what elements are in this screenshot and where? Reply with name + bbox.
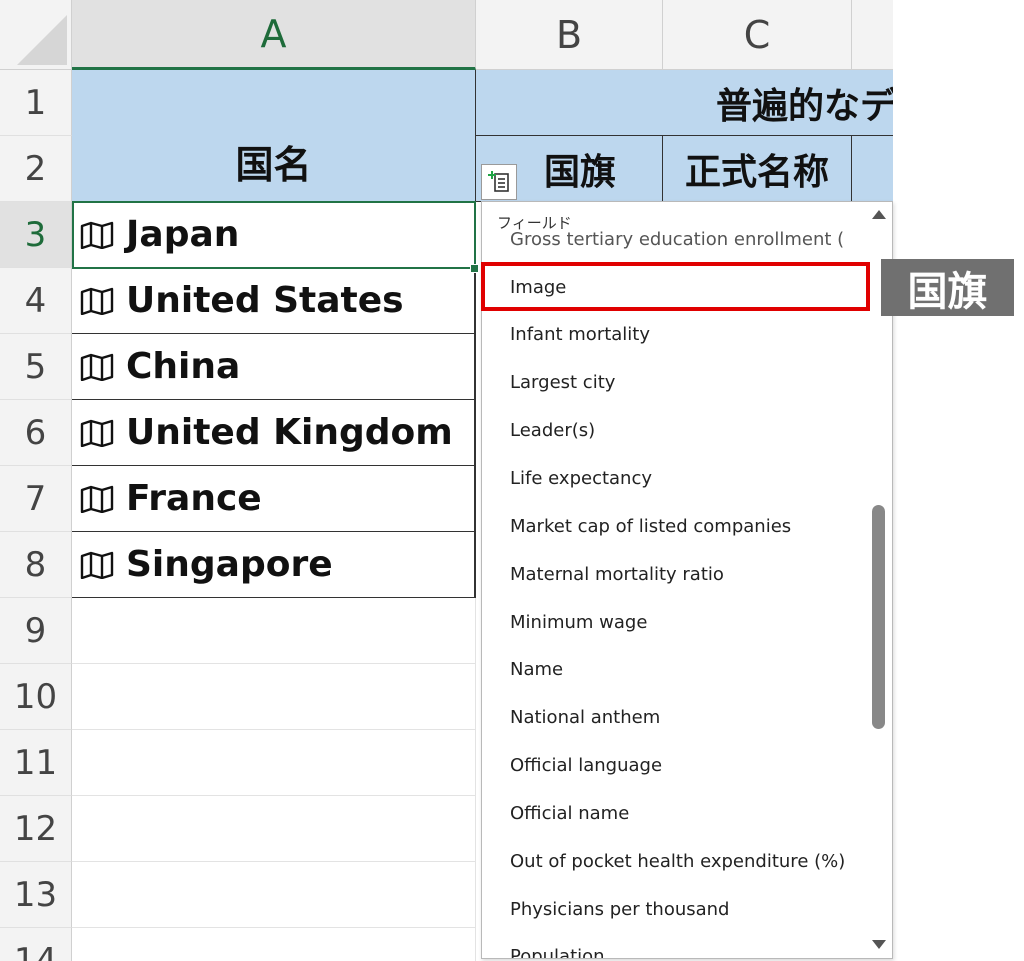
field-item[interactable]: National anthem bbox=[510, 707, 660, 728]
header-cell-next[interactable] bbox=[852, 136, 893, 202]
field-item[interactable]: Physicians per thousand bbox=[510, 899, 729, 920]
gridline bbox=[72, 729, 476, 730]
select-all-corner[interactable] bbox=[0, 0, 72, 70]
gridline bbox=[72, 795, 476, 796]
row-header-2[interactable]: 2 bbox=[0, 136, 72, 202]
fill-handle[interactable] bbox=[470, 264, 479, 273]
row-header-4[interactable]: 4 bbox=[0, 268, 72, 334]
country-name-text: United Kingdom bbox=[126, 412, 453, 453]
country-cell-france[interactable]: France bbox=[72, 466, 475, 532]
field-item[interactable]: Official name bbox=[510, 803, 629, 824]
scroll-up-arrow[interactable] bbox=[872, 210, 886, 219]
row-header-13[interactable]: 13 bbox=[0, 862, 72, 928]
image-field-highlight bbox=[481, 262, 870, 311]
map-icon bbox=[80, 419, 114, 447]
field-item[interactable]: Official language bbox=[510, 755, 662, 776]
country-name-text: United States bbox=[126, 280, 404, 321]
row-header-14[interactable]: 14 bbox=[0, 928, 72, 961]
header-label-country-name: 国名 bbox=[235, 143, 312, 187]
field-item[interactable]: Minimum wage bbox=[510, 612, 647, 633]
row-header-8[interactable]: 8 bbox=[0, 532, 72, 598]
gridline bbox=[72, 861, 476, 862]
row-header-12[interactable]: 12 bbox=[0, 796, 72, 862]
column-header-a[interactable]: A bbox=[72, 0, 476, 70]
active-cell-selection bbox=[72, 201, 476, 269]
row-header-6[interactable]: 6 bbox=[0, 400, 72, 466]
gridline bbox=[72, 927, 476, 928]
country-name-text: Singapore bbox=[126, 544, 333, 585]
map-icon bbox=[80, 551, 114, 579]
header-label-official-name: 正式名称 bbox=[684, 151, 829, 193]
column-header-b[interactable]: B bbox=[476, 0, 663, 70]
field-item[interactable]: Infant mortality bbox=[510, 324, 650, 345]
country-cell-china[interactable]: China bbox=[72, 334, 475, 400]
field-item[interactable]: Maternal mortality ratio bbox=[510, 564, 724, 585]
gridline bbox=[475, 598, 476, 961]
scrollbar-thumb[interactable] bbox=[872, 505, 885, 729]
country-cell-united-states[interactable]: United States bbox=[72, 268, 475, 334]
field-item-clipped[interactable]: Gross tertiary education enrollment ( bbox=[510, 229, 844, 250]
row-header-1[interactable]: 1 bbox=[0, 70, 72, 136]
gridline bbox=[72, 663, 476, 664]
row-header-5[interactable]: 5 bbox=[0, 334, 72, 400]
column-header-d[interactable] bbox=[852, 0, 893, 70]
field-item[interactable]: Out of pocket health expenditure (%) bbox=[510, 851, 845, 872]
field-item[interactable]: Population bbox=[510, 946, 605, 958]
column-header-c[interactable]: C bbox=[663, 0, 852, 70]
header-label-flag: 国旗 bbox=[543, 151, 616, 193]
header-label-group-title: 普遍的なデ bbox=[716, 85, 893, 127]
field-item[interactable]: Leader(s) bbox=[510, 420, 595, 441]
row-header-3[interactable]: 3 bbox=[0, 202, 72, 268]
map-icon bbox=[80, 353, 114, 381]
field-item[interactable]: Name bbox=[510, 659, 563, 680]
header-cell-country-name[interactable]: 国名 bbox=[72, 70, 476, 202]
field-item[interactable]: Life expectancy bbox=[510, 468, 652, 489]
country-name-text: France bbox=[126, 478, 262, 519]
insert-data-button[interactable] bbox=[481, 164, 517, 200]
row-header-10[interactable]: 10 bbox=[0, 664, 72, 730]
row-header-11[interactable]: 11 bbox=[0, 730, 72, 796]
header-cell-group-title[interactable]: 普遍的なデ bbox=[476, 70, 893, 136]
insert-data-icon bbox=[488, 171, 509, 192]
map-icon bbox=[80, 485, 114, 513]
row-header-7[interactable]: 7 bbox=[0, 466, 72, 532]
country-name-text: China bbox=[126, 346, 241, 387]
field-item[interactable]: Market cap of listed companies bbox=[510, 516, 791, 537]
map-icon bbox=[80, 287, 114, 315]
row-header-9[interactable]: 9 bbox=[0, 598, 72, 664]
country-cell-singapore[interactable]: Singapore bbox=[72, 532, 475, 598]
callout-label: 国旗 bbox=[881, 259, 1014, 316]
scroll-down-arrow[interactable] bbox=[872, 940, 886, 949]
header-cell-official-name[interactable]: 正式名称 bbox=[663, 136, 852, 202]
country-cell-united-kingdom[interactable]: United Kingdom bbox=[72, 400, 475, 466]
field-item[interactable]: Largest city bbox=[510, 372, 615, 393]
field-dropdown[interactable]: フィールド Gross tertiary education enrollmen… bbox=[481, 201, 893, 959]
